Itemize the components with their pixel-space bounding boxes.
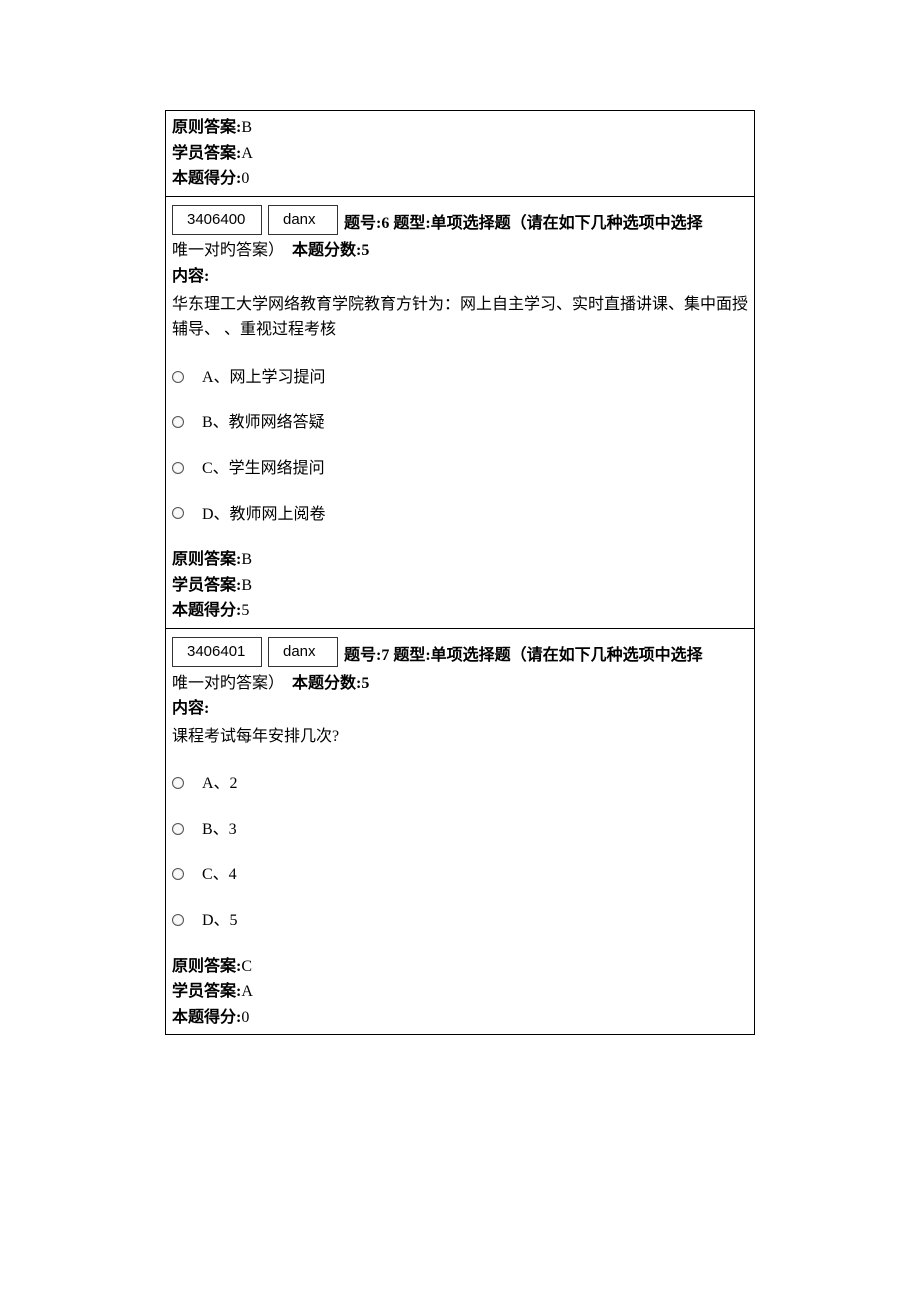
question-block-prev: 原则答案:B 学员答案:A 本题得分:0 — [165, 110, 755, 197]
option-label: A、网上学习提问 — [202, 363, 326, 391]
score-line: 本题得分:5 — [172, 598, 748, 624]
option-row-b[interactable]: B、教师网络答疑 — [172, 408, 748, 436]
option-label: C、学生网络提问 — [202, 454, 325, 482]
question-header-line2: 唯一对旳答案） — [172, 242, 284, 259]
question-block-7: 3406401 danx 题号:7 题型:单项选择题（请在如下几种选项中选择 唯… — [165, 629, 755, 1036]
radio-icon[interactable] — [172, 462, 184, 474]
score-label: 本题得分: — [172, 1009, 241, 1026]
question-block-6: 3406400 danx 题号:6 题型:单项选择题（请在如下几种选项中选择 唯… — [165, 197, 755, 629]
content-label: 内容: — [172, 264, 748, 290]
question-header-line2: 唯一对旳答案） — [172, 675, 284, 692]
radio-icon[interactable] — [172, 823, 184, 835]
question-type-box: danx — [268, 205, 338, 235]
option-row-b[interactable]: B、3 — [172, 815, 748, 843]
question-header-line1: 题号:6 题型:单项选择题（请在如下几种选项中选择 — [344, 205, 748, 237]
radio-icon[interactable] — [172, 371, 184, 383]
question-meta-row: 3406401 danx 题号:7 题型:单项选择题（请在如下几种选项中选择 — [172, 637, 748, 669]
correct-answer-line: 原则答案:B — [172, 547, 748, 573]
option-row-d[interactable]: D、教师网上阅卷 — [172, 500, 748, 528]
student-answer-label: 学员答案: — [172, 577, 241, 594]
score-value: 0 — [241, 170, 249, 187]
question-header-line1: 题号:7 题型:单项选择题（请在如下几种选项中选择 — [344, 637, 748, 669]
option-label: D、教师网上阅卷 — [202, 500, 326, 528]
question-header-continuation: 唯一对旳答案） 本题分数:5 — [172, 671, 748, 697]
question-meta-row: 3406400 danx 题号:6 题型:单项选择题（请在如下几种选项中选择 — [172, 205, 748, 237]
option-label: D、5 — [202, 906, 238, 934]
option-label: C、4 — [202, 860, 237, 888]
correct-answer-line: 原则答案:C — [172, 954, 748, 980]
option-row-a[interactable]: A、2 — [172, 769, 748, 797]
question-score-label: 本题分数:5 — [292, 242, 369, 259]
score-line: 本题得分:0 — [172, 1005, 748, 1031]
question-score-label: 本题分数:5 — [292, 675, 369, 692]
radio-icon[interactable] — [172, 777, 184, 789]
correct-answer-value: B — [241, 551, 252, 568]
content-label: 内容: — [172, 696, 748, 722]
question-header-continuation: 唯一对旳答案） 本题分数:5 — [172, 238, 748, 264]
option-row-c[interactable]: C、4 — [172, 860, 748, 888]
correct-answer-label: 原则答案: — [172, 119, 241, 136]
option-row-d[interactable]: D、5 — [172, 906, 748, 934]
option-row-a[interactable]: A、网上学习提问 — [172, 363, 748, 391]
options-wrap: A、2 B、3 C、4 D、5 — [172, 769, 748, 933]
question-id-box: 3406401 — [172, 637, 262, 667]
correct-answer-value: B — [241, 119, 252, 136]
student-answer-value: A — [241, 983, 253, 1000]
score-label: 本题得分: — [172, 170, 241, 187]
radio-icon[interactable] — [172, 868, 184, 880]
score-value: 0 — [241, 1009, 249, 1026]
score-label: 本题得分: — [172, 602, 241, 619]
option-label: B、教师网络答疑 — [202, 408, 325, 436]
student-answer-line: 学员答案:A — [172, 141, 748, 167]
student-answer-line: 学员答案:B — [172, 573, 748, 599]
student-answer-value: B — [241, 577, 252, 594]
score-value: 5 — [241, 602, 249, 619]
radio-icon[interactable] — [172, 507, 184, 519]
correct-answer-value: C — [241, 958, 252, 975]
option-label: B、3 — [202, 815, 237, 843]
correct-answer-label: 原则答案: — [172, 958, 241, 975]
question-type-box: danx — [268, 637, 338, 667]
content-text: 华东理工大学网络教育学院教育方针为：网上自主学习、实时直播讲课、集中面授辅导、 … — [172, 292, 748, 343]
question-id-box: 3406400 — [172, 205, 262, 235]
option-row-c[interactable]: C、学生网络提问 — [172, 454, 748, 482]
score-line: 本题得分:0 — [172, 166, 748, 192]
student-answer-line: 学员答案:A — [172, 979, 748, 1005]
student-answer-label: 学员答案: — [172, 983, 241, 1000]
radio-icon[interactable] — [172, 914, 184, 926]
option-label: A、2 — [202, 769, 238, 797]
correct-answer-line: 原则答案:B — [172, 115, 748, 141]
options-wrap: A、网上学习提问 B、教师网络答疑 C、学生网络提问 D、教师网上阅卷 — [172, 363, 748, 527]
correct-answer-label: 原则答案: — [172, 551, 241, 568]
student-answer-value: A — [241, 145, 253, 162]
radio-icon[interactable] — [172, 416, 184, 428]
student-answer-label: 学员答案: — [172, 145, 241, 162]
content-text: 课程考试每年安排几次? — [172, 724, 748, 750]
